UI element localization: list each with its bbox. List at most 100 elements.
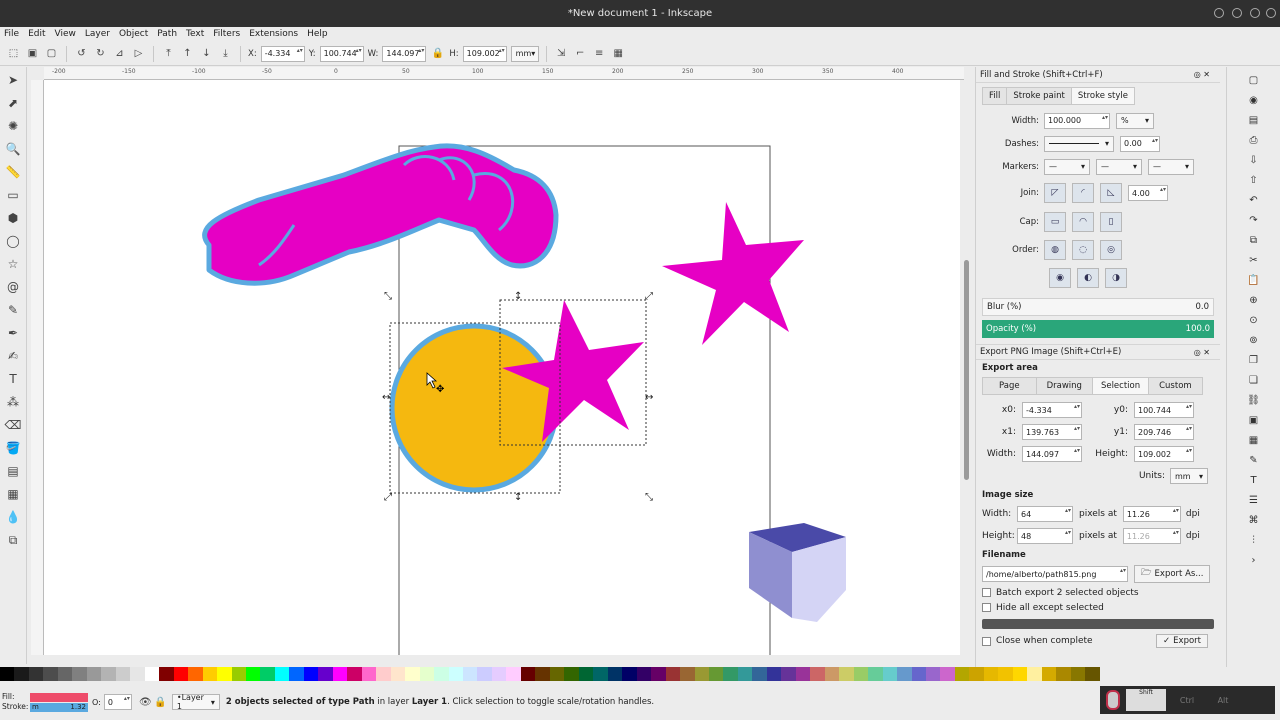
palette-swatch[interactable] — [188, 667, 203, 681]
palette-swatch[interactable] — [926, 667, 941, 681]
batch-checkbox[interactable] — [982, 588, 991, 597]
tab-selection[interactable]: Selection — [1091, 377, 1150, 395]
order-fill-markers-icon[interactable]: ◎ — [1100, 240, 1122, 260]
palette-swatch[interactable] — [969, 667, 984, 681]
palette-swatch[interactable] — [520, 667, 536, 681]
palette-swatch[interactable] — [897, 667, 912, 681]
batch-row[interactable]: Batch export 2 selected objects — [976, 585, 1220, 600]
dpi-input[interactable]: 11.26 — [1122, 506, 1181, 522]
palette-swatch[interactable] — [636, 667, 652, 681]
more-icon[interactable]: › — [1247, 553, 1261, 567]
palette-swatch[interactable] — [998, 667, 1013, 681]
magenta-star-shape[interactable] — [662, 202, 804, 345]
pencil-tool-icon[interactable]: ✎ — [4, 301, 22, 319]
lower-icon[interactable]: ↓ — [199, 46, 214, 61]
palette-swatch[interactable] — [868, 667, 883, 681]
layer-dropdown[interactable]: •Layer 1 ▾ — [171, 693, 220, 711]
vertical-scrollbar[interactable] — [960, 80, 974, 655]
drawing-svg[interactable]: ⤡ ↕ ⤢ ↔ ↔ ⤢ ↕ ⤡ ✥ — [44, 80, 960, 655]
ellipse-tool-icon[interactable]: ◯ — [4, 232, 22, 250]
flip-horizontal-icon[interactable]: ▷ — [131, 46, 146, 61]
palette-swatch[interactable] — [245, 667, 261, 681]
cap-round-icon[interactable]: ◠ — [1072, 212, 1094, 232]
measure-tool-icon[interactable]: 📏 — [4, 163, 22, 181]
units-dropdown[interactable]: mm ▾ — [510, 45, 539, 62]
spiral-tool-icon[interactable]: @ — [4, 278, 22, 296]
area-width-input[interactable]: 144.097 — [1022, 446, 1082, 462]
stroke-swatch[interactable]: m 1.32 — [30, 702, 88, 712]
connector-tool-icon[interactable]: ⧉ — [4, 531, 22, 549]
clone-icon[interactable]: ❏ — [1247, 373, 1261, 387]
3d-box-tool-icon[interactable]: ⬢ — [4, 209, 22, 227]
opacity-status-input[interactable]: 0 — [103, 694, 132, 710]
layers-icon[interactable]: ☰ — [1247, 493, 1261, 507]
tab-drawing[interactable]: Drawing — [1035, 377, 1093, 395]
palette-swatch[interactable] — [1012, 667, 1028, 681]
canvas[interactable]: ⤡ ↕ ⤢ ↔ ↔ ⤢ ↕ ⤡ ✥ — [44, 80, 960, 655]
palette-swatch[interactable] — [159, 667, 174, 681]
group-icon[interactable]: ▣ — [1247, 413, 1261, 427]
import-icon[interactable]: ⇩ — [1247, 153, 1261, 167]
palette-swatch[interactable] — [318, 667, 333, 681]
text-font-icon[interactable]: T — [1247, 473, 1261, 487]
xml-editor-icon[interactable]: ⌘ — [1247, 513, 1261, 527]
palette-swatch[interactable] — [86, 667, 102, 681]
cut-icon[interactable]: ✂ — [1247, 253, 1261, 267]
palette-swatch[interactable] — [766, 667, 782, 681]
menu-help[interactable]: Help — [307, 29, 328, 39]
palette-swatch[interactable] — [810, 667, 825, 681]
palette-swatch[interactable] — [101, 667, 116, 681]
new-doc-icon[interactable]: ▢ — [1247, 73, 1261, 87]
selector-tool-icon[interactable]: ➤ — [4, 71, 22, 89]
join-bevel-icon[interactable]: ◺ — [1100, 183, 1122, 203]
lower-to-bottom-icon[interactable]: ⤓ — [218, 46, 233, 61]
palette-swatch[interactable] — [115, 667, 131, 681]
filename-input[interactable]: /home/alberto/path815.png — [982, 566, 1128, 582]
save-icon[interactable]: ▤ — [1247, 113, 1261, 127]
export-button[interactable]: ✓ Export — [1156, 634, 1208, 648]
mid-marker-dropdown[interactable]: — ▾ — [1096, 158, 1142, 175]
scale-stroke-icon[interactable]: ⇲ — [554, 46, 569, 61]
cap-butt-icon[interactable]: ▭ — [1044, 212, 1066, 232]
palette-swatch[interactable] — [665, 667, 681, 681]
node-tool-icon[interactable]: ⬈ — [4, 94, 22, 112]
menu-path[interactable]: Path — [157, 29, 177, 39]
palette-swatch[interactable] — [434, 667, 449, 681]
palette-swatch[interactable] — [0, 667, 15, 681]
blur-slider[interactable]: Blur (%) 0.0 — [982, 298, 1214, 316]
width-unit-dropdown[interactable]: % ▾ — [1116, 112, 1154, 129]
palette-swatch[interactable] — [593, 667, 608, 681]
palette-swatch[interactable] — [853, 667, 869, 681]
restore-button[interactable] — [1250, 8, 1260, 18]
hide-all-checkbox[interactable] — [982, 603, 991, 612]
rotate-ccw-icon[interactable]: ↺ — [74, 46, 89, 61]
menu-edit[interactable]: Edit — [28, 29, 45, 39]
duplicate-icon[interactable]: ❐ — [1247, 353, 1261, 367]
opacity-slider[interactable]: Opacity (%) 100.0 — [982, 320, 1214, 338]
y1-input[interactable]: 209.746 — [1134, 424, 1194, 440]
fill-swatch[interactable] — [30, 692, 88, 702]
palette-swatch[interactable] — [14, 667, 29, 681]
palette-swatch[interactable] — [882, 667, 898, 681]
export-units-dropdown[interactable]: mm ▾ — [1170, 468, 1208, 484]
transform-patterns-icon[interactable]: ▦ — [611, 46, 626, 61]
palette-swatch[interactable] — [289, 667, 304, 681]
palette-swatch[interactable] — [723, 667, 738, 681]
miter-limit-input[interactable]: 4.00 — [1128, 185, 1168, 201]
order-normal-icon[interactable]: ◍ — [1044, 240, 1066, 260]
palette-swatch[interactable] — [231, 667, 246, 681]
palette-swatch[interactable] — [390, 667, 406, 681]
text-tool-icon[interactable]: T — [4, 370, 22, 388]
calligraphy-tool-icon[interactable]: ✍ — [4, 347, 22, 365]
palette-swatch[interactable] — [578, 667, 594, 681]
pen-tool-icon[interactable]: ✒ — [4, 324, 22, 342]
palette-swatch[interactable] — [752, 667, 767, 681]
align-icon[interactable]: ⫶ — [1247, 533, 1261, 547]
palette-swatch[interactable] — [491, 667, 507, 681]
ungroup-icon[interactable]: ▦ — [1247, 433, 1261, 447]
palette-swatch[interactable] — [651, 667, 666, 681]
dropper-tool-icon[interactable]: 💧 — [4, 508, 22, 526]
palette-swatch[interactable] — [217, 667, 232, 681]
palette-swatch[interactable] — [1070, 667, 1086, 681]
join-miter-icon[interactable]: ◸ — [1044, 183, 1066, 203]
